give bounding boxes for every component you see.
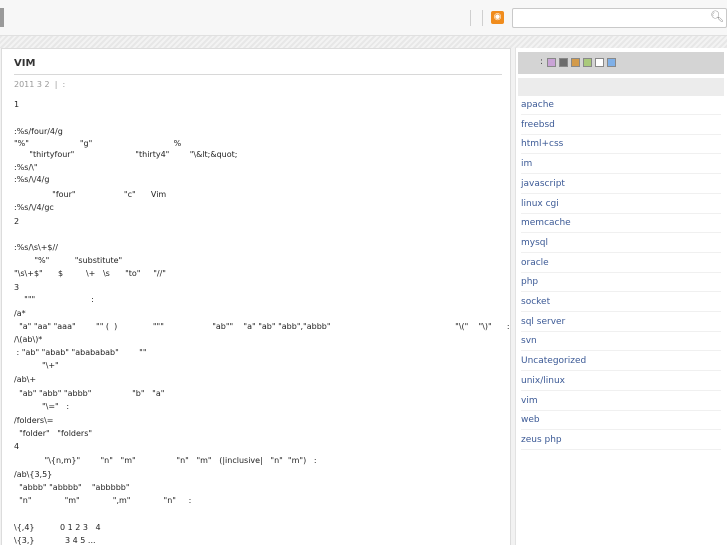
post-line: "a" "aa" "aaa" "" ( ) """ "ab"" "a" "ab"… (14, 322, 510, 331)
post-line: :%s/\" (14, 163, 38, 172)
category-divider (521, 271, 721, 273)
category-link[interactable]: socket (521, 297, 550, 307)
post-line: /folders\= (14, 416, 54, 425)
category-divider (521, 429, 721, 431)
category-link[interactable]: php (521, 277, 538, 287)
category-divider (521, 114, 721, 115)
category-divider (521, 311, 721, 312)
category-divider (521, 330, 721, 332)
sidebar: : apache freebsd html+css im javascript linux… (515, 48, 727, 545)
post-line: 2 (14, 217, 20, 226)
category-divider (521, 409, 721, 411)
category-link[interactable]: memcache (521, 218, 571, 228)
post-line: \{,4} 0 1 2 3 4 (14, 523, 101, 532)
category-link[interactable]: web (521, 415, 540, 425)
post-line: "four" "c" Vim (14, 190, 167, 199)
category-divider (521, 232, 721, 234)
category-link[interactable]: html+css (521, 139, 563, 149)
post-line: "abbb" "abbbb" "abbbbb" (14, 483, 130, 492)
post-line: /a* (14, 309, 26, 318)
skin-swatch[interactable] (571, 58, 580, 67)
logo-mark[interactable] (0, 8, 4, 27)
post-content: VIM 2011 3 2 | : 1:%s/four/4/g "%" "g" % … (1, 48, 511, 545)
skin-swatch[interactable] (547, 58, 556, 67)
post-title[interactable]: VIM (14, 58, 35, 69)
toolbar-divider (482, 10, 483, 26)
category-divider (521, 133, 721, 135)
post-line: : "ab" "abab" "abababab" "" (14, 348, 147, 357)
category-link[interactable]: Uncategorized (521, 356, 586, 366)
category-divider (521, 173, 721, 175)
category-link[interactable]: vim (521, 396, 538, 406)
post-line: 3 (14, 283, 20, 292)
category-link[interactable]: oracle (521, 258, 549, 268)
category-link[interactable]: svn (521, 336, 537, 346)
post-line: "\+" (14, 361, 59, 370)
category-divider (521, 448, 721, 450)
top-bar: ◉ 🔍︎ (0, 0, 727, 36)
category-link[interactable]: unix/linux (521, 376, 565, 386)
skin-swatch[interactable] (583, 58, 592, 67)
category-divider (521, 291, 721, 293)
category-divider (521, 389, 721, 391)
post-line: "\s\+$" $ \+ \s "to" "//" (14, 269, 166, 278)
post-line: \{3,} 3 4 5 ... (14, 536, 96, 545)
post-line: :%s/\s\+$// (14, 243, 58, 252)
post-line: "ab" "abb" "abbb" "b" "a" (14, 389, 165, 398)
post-line: "%" "g" % (14, 139, 182, 148)
category-link[interactable]: freebsd (521, 120, 555, 130)
search-box[interactable]: 🔍︎ (512, 8, 727, 30)
category-divider (521, 350, 721, 352)
post-line: /\(ab\)* (14, 335, 43, 344)
post-meta: 2011 3 2 | : (14, 80, 66, 89)
category-divider (521, 153, 721, 155)
header-stripe (0, 36, 727, 48)
post-line: "folder" "folders" (14, 429, 93, 438)
post-line: "n" "m" ",m" "n" : (14, 496, 192, 505)
post-line: 4 (14, 442, 20, 451)
post-line: """ : (14, 295, 94, 304)
post-line: "%" "substitute" (14, 256, 123, 265)
post-line: :%s/four/4/g (14, 127, 63, 136)
skin-label: : (540, 57, 544, 67)
toolbar-divider (470, 10, 471, 26)
category-link[interactable]: zeus php (521, 435, 562, 445)
skin-switcher: : (518, 52, 724, 74)
post-line: /ab\+ (14, 375, 37, 384)
category-link[interactable]: im (521, 159, 532, 169)
categories-header (518, 78, 724, 96)
rss-feed-icon[interactable]: ◉ (491, 11, 504, 24)
category-link[interactable]: apache (521, 100, 554, 110)
post-line: :%s/\/4/gc (14, 203, 54, 212)
search-icon[interactable]: 🔍︎ (710, 10, 724, 23)
skin-swatch[interactable] (607, 58, 616, 67)
category-divider (521, 192, 721, 194)
skin-swatch[interactable] (595, 58, 604, 67)
search-input[interactable] (513, 11, 703, 30)
category-link[interactable]: sql server (521, 317, 565, 327)
category-link[interactable]: linux cgi (521, 199, 559, 209)
category-link[interactable]: javascript (521, 179, 565, 189)
category-link[interactable]: mysql (521, 238, 548, 248)
category-divider (521, 370, 721, 372)
title-divider (14, 74, 502, 75)
skin-swatch[interactable] (559, 58, 568, 67)
category-divider (521, 212, 721, 214)
category-divider (521, 251, 721, 253)
post-line: "\=" : (14, 402, 70, 411)
post-line: 1 (14, 100, 20, 109)
post-line: "thirtyfour" "thirty4" "\&lt;&quot; (14, 150, 238, 159)
post-line: "\{n,m}" "n" "m" "n" "m" (|inclusive| "n… (14, 456, 317, 465)
post-line: /ab\{3,5} (14, 470, 53, 479)
post-line: :%s/\/4/g (14, 175, 50, 184)
